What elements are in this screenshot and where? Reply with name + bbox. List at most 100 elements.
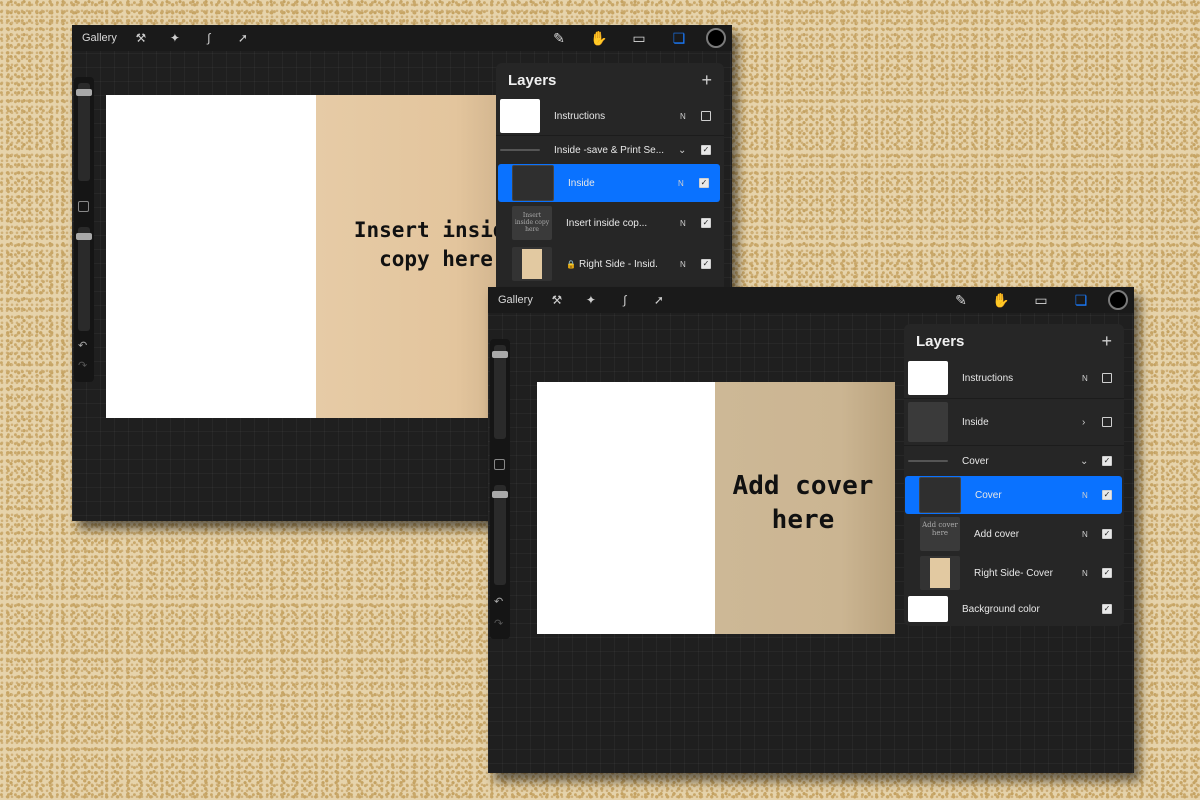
layer-thumbnail: Add cover here	[920, 517, 960, 551]
layer-row-instructions[interactable]: Instructions N	[496, 97, 724, 135]
opacity-thumb[interactable]	[492, 491, 508, 498]
layer-thumbnail	[920, 556, 960, 590]
layer-name: Instructions	[962, 372, 1014, 384]
visibility-checkbox[interactable]: ✓	[1102, 490, 1112, 500]
undo-icon[interactable]: ↶	[494, 595, 503, 608]
canvas-right-page: Add cover here	[715, 382, 895, 634]
blend-mode-button[interactable]: N	[680, 219, 686, 228]
visibility-checkbox[interactable]: ✓	[1102, 529, 1112, 539]
redo-icon[interactable]: ↷	[78, 359, 87, 372]
layer-thumbnail	[512, 165, 554, 201]
blend-mode-button[interactable]: N	[1082, 374, 1088, 383]
transform-arrow-icon[interactable]: ➚	[231, 31, 255, 45]
brush-size-slider[interactable]	[492, 345, 508, 439]
modify-button[interactable]	[494, 459, 505, 470]
layer-name: Cover	[975, 489, 1002, 501]
brush-icon[interactable]: ✎	[948, 292, 974, 309]
brush-icon[interactable]: ✎	[546, 30, 572, 47]
selection-icon[interactable]: ∫	[197, 31, 221, 45]
blend-mode-button[interactable]: N	[1082, 569, 1088, 578]
side-toolbar: ↶ ↷	[74, 77, 94, 382]
undo-icon[interactable]: ↶	[78, 339, 87, 352]
layers-title: Layers	[508, 71, 557, 89]
redo-icon[interactable]: ↷	[494, 617, 503, 630]
layer-name: Inside -save & Print Se...	[554, 144, 665, 156]
magic-wand-icon[interactable]: ✦	[579, 293, 603, 307]
layer-group-cover[interactable]: Cover ⌄ ✓	[904, 445, 1124, 476]
selection-icon[interactable]: ∫	[613, 293, 637, 307]
canvas-right-page: Insert inside copy here	[316, 95, 519, 418]
layer-row-instructions[interactable]: Instructions N	[904, 358, 1124, 398]
background-color-swatch	[908, 596, 948, 622]
layer-row-inside[interactable]: Inside N ✓	[498, 164, 720, 202]
layer-name: Inside	[568, 177, 595, 189]
blend-mode-button[interactable]: N	[680, 112, 686, 121]
visibility-checkbox[interactable]	[701, 111, 711, 121]
brush-size-thumb[interactable]	[492, 351, 508, 358]
chevron-down-icon[interactable]: ⌄	[678, 145, 686, 156]
blend-mode-button[interactable]: N	[680, 260, 686, 269]
add-layer-button[interactable]: +	[701, 70, 712, 91]
eraser-icon[interactable]: ▭	[1028, 292, 1054, 309]
visibility-checkbox[interactable]: ✓	[701, 145, 711, 155]
modify-button[interactable]	[78, 201, 89, 212]
blend-mode-button[interactable]: N	[1082, 530, 1088, 539]
visibility-checkbox[interactable]: ✓	[701, 218, 711, 228]
layer-row-cover[interactable]: Cover N ✓	[905, 476, 1122, 514]
visibility-checkbox[interactable]	[1102, 417, 1112, 427]
opacity-thumb[interactable]	[76, 233, 92, 240]
wrench-icon[interactable]: ⚒	[129, 31, 153, 45]
visibility-checkbox[interactable]: ✓	[1102, 604, 1112, 614]
chevron-right-icon[interactable]: ›	[1082, 417, 1085, 428]
brush-size-thumb[interactable]	[76, 89, 92, 96]
layer-name: 🔒 Right Side - Insid...	[566, 258, 658, 270]
visibility-checkbox[interactable]: ✓	[699, 178, 709, 188]
layer-row-add-cover[interactable]: Add cover here Add cover N ✓	[904, 514, 1124, 554]
layers-icon[interactable]: ❏	[1068, 292, 1094, 309]
top-toolbar: Gallery ⚒ ✦ ∫ ➚ ✎ ✋ ▭ ❏	[72, 25, 732, 51]
smudge-icon[interactable]: ✋	[988, 292, 1014, 309]
chevron-down-icon[interactable]: ⌄	[1080, 456, 1088, 467]
layer-thumbnail	[908, 402, 948, 442]
layer-name: Cover	[962, 455, 989, 467]
visibility-checkbox[interactable]: ✓	[1102, 456, 1112, 466]
opacity-slider[interactable]	[492, 485, 508, 585]
procreate-window-cover: Gallery ⚒ ✦ ∫ ➚ ✎ ✋ ▭ ❏ ↶ ↷ Add cover he…	[488, 287, 1134, 773]
layer-row-insert-inside-copy[interactable]: Insert inside copy here Insert inside co…	[496, 202, 724, 244]
magic-wand-icon[interactable]: ✦	[163, 31, 187, 45]
layers-panel: Layers + Instructions N Inside -save & P…	[496, 63, 724, 293]
layer-name: Inside	[962, 416, 989, 428]
layer-group-inside-save-print[interactable]: Inside -save & Print Se... ⌄ ✓	[496, 135, 724, 164]
gallery-button[interactable]: Gallery	[82, 32, 117, 44]
add-layer-button[interactable]: +	[1101, 331, 1112, 352]
blend-mode-button[interactable]: N	[678, 179, 684, 188]
gallery-button[interactable]: Gallery	[498, 294, 533, 306]
canvas-placeholder-text: Insert inside copy here	[353, 217, 519, 271]
color-swatch-icon[interactable]	[706, 28, 726, 48]
layer-group-inside[interactable]: Inside ›	[904, 398, 1124, 445]
blend-mode-button[interactable]: N	[1082, 491, 1088, 500]
layer-thumbnail	[500, 99, 540, 133]
opacity-slider[interactable]	[76, 227, 92, 331]
layer-row-background-color[interactable]: Background color ✓	[904, 592, 1124, 626]
group-line-icon	[908, 460, 948, 462]
layer-row-right-side-inside[interactable]: 🔒 Right Side - Insid... N ✓	[496, 244, 724, 284]
layers-header: Layers +	[904, 324, 1124, 358]
layers-icon[interactable]: ❏	[666, 30, 692, 47]
brush-size-slider[interactable]	[76, 83, 92, 181]
smudge-icon[interactable]: ✋	[586, 30, 612, 47]
visibility-checkbox[interactable]	[1102, 373, 1112, 383]
layer-row-right-side-cover[interactable]: Right Side- Cover N ✓	[904, 554, 1124, 592]
visibility-checkbox[interactable]: ✓	[1102, 568, 1112, 578]
layer-name: Background color	[962, 603, 1040, 615]
eraser-icon[interactable]: ▭	[626, 30, 652, 47]
layer-thumbnail	[512, 247, 552, 281]
lock-icon: 🔒	[566, 259, 576, 269]
transform-arrow-icon[interactable]: ➚	[647, 293, 671, 307]
layers-header: Layers +	[496, 63, 724, 97]
layer-thumbnail: Insert inside copy here	[512, 206, 552, 240]
layers-panel: Layers + Instructions N Inside › Cover ⌄…	[904, 324, 1124, 626]
visibility-checkbox[interactable]: ✓	[701, 259, 711, 269]
color-swatch-icon[interactable]	[1108, 290, 1128, 310]
wrench-icon[interactable]: ⚒	[545, 293, 569, 307]
